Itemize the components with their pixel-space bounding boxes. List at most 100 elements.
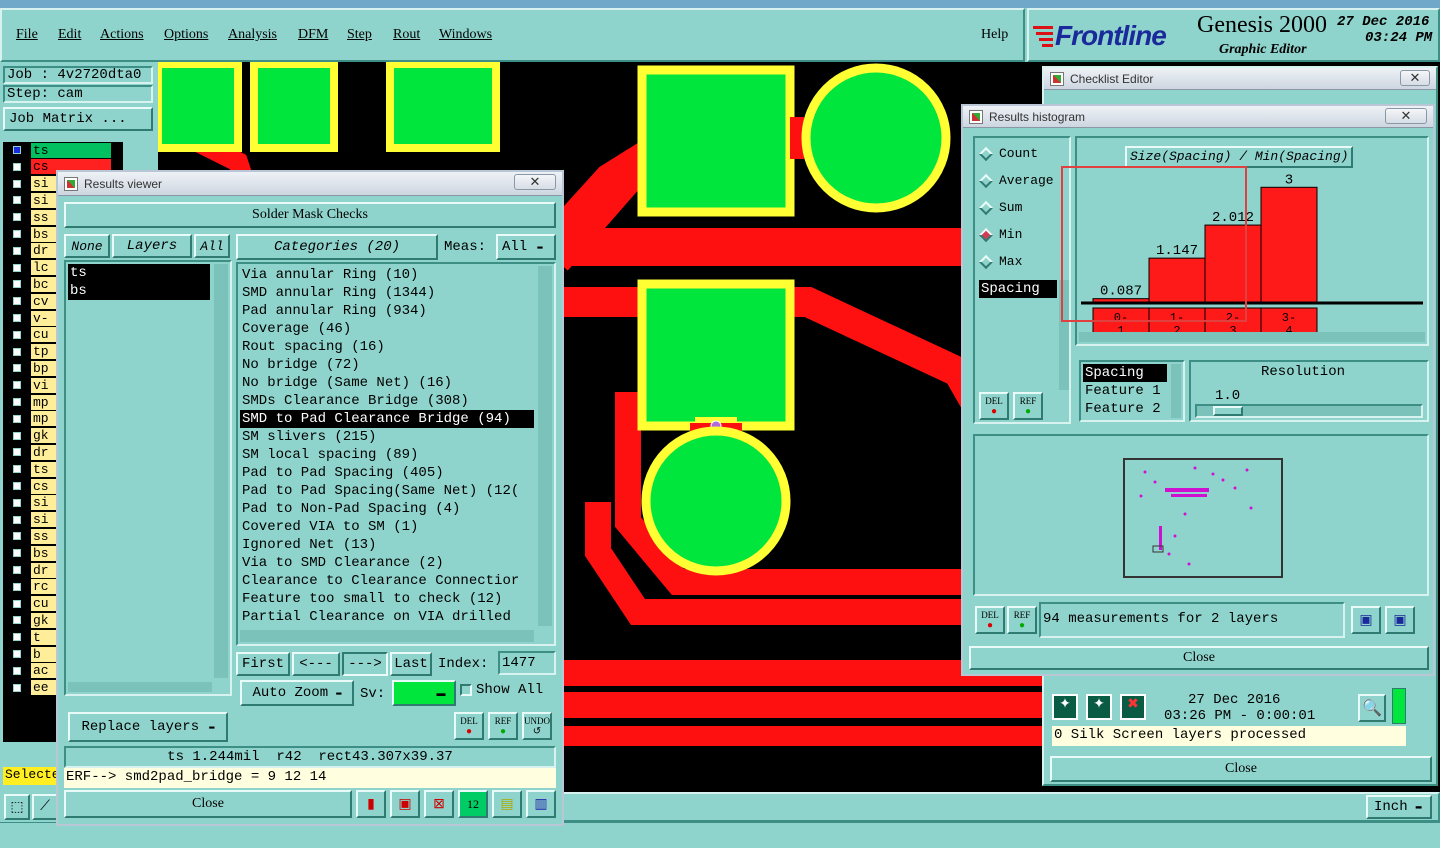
list-item[interactable]: SMDs Clearance Bridge (308) bbox=[240, 392, 534, 410]
first-button[interactable]: First bbox=[236, 652, 290, 676]
list-item[interactable]: Feature 1 bbox=[1083, 382, 1167, 400]
del-button[interactable]: DEL ● bbox=[975, 606, 1005, 634]
categories-button[interactable]: Categories (20) bbox=[236, 234, 438, 260]
histogram-bar[interactable] bbox=[1260, 186, 1318, 303]
layer-checkbox[interactable] bbox=[11, 177, 23, 190]
list-item[interactable]: Feature 2 bbox=[1083, 400, 1167, 418]
replace-layers-select[interactable]: Replace layers ▬ bbox=[68, 712, 228, 742]
layer-checkbox[interactable] bbox=[11, 631, 23, 644]
layer-checkbox[interactable] bbox=[11, 580, 23, 593]
layer-checkbox[interactable] bbox=[11, 312, 23, 324]
list-item[interactable]: SMD to Pad Clearance Bridge (94) bbox=[240, 410, 534, 428]
layer-checkbox[interactable] bbox=[11, 194, 23, 207]
list-item[interactable]: Ignored Net (13) bbox=[240, 536, 534, 554]
layer-checkbox[interactable] bbox=[11, 362, 23, 375]
list-item[interactable]: Pad to Pad Spacing(Same Net) (12( bbox=[240, 482, 534, 500]
list-item[interactable]: Via annular Ring (10) bbox=[240, 266, 534, 284]
categories-vscrollbar[interactable] bbox=[538, 266, 552, 626]
del-button[interactable]: DEL ● bbox=[979, 392, 1009, 420]
layer-checkbox[interactable] bbox=[11, 261, 23, 274]
list-item[interactable]: Spacing bbox=[1083, 364, 1167, 382]
list-item[interactable]: Covered VIA to SM (1) bbox=[240, 518, 534, 536]
notes-icon[interactable]: ▤ bbox=[492, 790, 522, 818]
menu-file[interactable]: File bbox=[16, 27, 38, 43]
layer-checkbox[interactable] bbox=[11, 211, 23, 224]
layer-checkbox[interactable] bbox=[11, 664, 23, 677]
results-close-button[interactable]: Close bbox=[64, 790, 352, 818]
layer-checkbox[interactable] bbox=[11, 530, 23, 543]
menu-options[interactable]: Options bbox=[164, 27, 208, 43]
prev-button[interactable]: <--- bbox=[292, 652, 340, 676]
layer-checkbox[interactable] bbox=[11, 496, 23, 509]
layer-checkbox[interactable] bbox=[11, 446, 23, 459]
stop-run-icon[interactable]: ✖ bbox=[1120, 694, 1146, 720]
list-item[interactable]: Feature too small to check (12) bbox=[240, 590, 534, 608]
list-item[interactable]: Clearance to Clearance Connectior bbox=[240, 572, 534, 590]
unit-select[interactable]: Inch ▬ bbox=[1366, 795, 1432, 819]
layers-hscrollbar[interactable] bbox=[68, 682, 212, 692]
checklist-close-button[interactable]: Close bbox=[1050, 756, 1432, 782]
list-item[interactable]: Via to SMD Clearance (2) bbox=[240, 554, 534, 572]
list-item[interactable]: Spacing bbox=[979, 280, 1057, 298]
del-button[interactable]: DEL ● bbox=[454, 712, 484, 740]
list-item[interactable]: Rout spacing (16) bbox=[240, 338, 534, 356]
menu-windows[interactable]: Windows bbox=[439, 27, 492, 43]
layer-checkbox[interactable] bbox=[11, 345, 23, 358]
list-item[interactable]: bs bbox=[68, 282, 210, 300]
option-sum[interactable]: Sum bbox=[978, 200, 1022, 215]
run-all-icon[interactable]: ✦ bbox=[1086, 694, 1112, 720]
layer-row[interactable]: ts bbox=[3, 142, 123, 158]
list-item[interactable]: Partial Clearance on VIA drilled bbox=[240, 608, 534, 626]
menu-edit[interactable]: Edit bbox=[58, 27, 81, 43]
measure-list[interactable]: Spacing bbox=[979, 280, 1057, 390]
layer-checkbox[interactable] bbox=[11, 160, 23, 173]
option-min[interactable]: Min bbox=[978, 227, 1022, 242]
list-item[interactable]: Pad to Pad Spacing (405) bbox=[240, 464, 534, 482]
next-button[interactable]: ---> bbox=[342, 652, 388, 676]
menu-step[interactable]: Step bbox=[347, 27, 372, 43]
chart-icon-1[interactable]: ▮ bbox=[356, 790, 386, 818]
chart-scrollbar[interactable] bbox=[1079, 332, 1425, 342]
undo-button[interactable]: UNDO ↺ bbox=[522, 712, 552, 740]
list-item[interactable]: Coverage (46) bbox=[240, 320, 534, 338]
auto-zoom-select[interactable]: Auto Zoom ▬ bbox=[240, 680, 354, 706]
sv-color-select[interactable]: ▬ bbox=[392, 680, 456, 706]
layer-checkbox[interactable] bbox=[11, 564, 23, 576]
fields-scrollbar[interactable] bbox=[1171, 364, 1181, 418]
tool-select-icon[interactable]: ⬚ bbox=[4, 794, 30, 820]
export-icon[interactable]: ▣ bbox=[1351, 606, 1381, 634]
list-item[interactable]: Pad annular Ring (934) bbox=[240, 302, 534, 320]
layer-checkbox[interactable] bbox=[11, 547, 23, 560]
layer-checkbox[interactable] bbox=[11, 480, 23, 492]
menu-actions[interactable]: Actions bbox=[100, 27, 144, 43]
bar-chart-icon[interactable]: ▥ bbox=[526, 790, 556, 818]
ref-button[interactable]: REF ● bbox=[1013, 392, 1043, 420]
menu-help[interactable]: Help bbox=[981, 27, 1008, 43]
index-input[interactable]: 1477 bbox=[498, 651, 556, 675]
menu-analysis[interactable]: Analysis bbox=[228, 27, 277, 43]
layer-checkbox[interactable] bbox=[11, 144, 23, 156]
layer-checkbox[interactable] bbox=[11, 513, 23, 526]
close-icon[interactable]: ✕ bbox=[514, 174, 556, 190]
layer-checkbox[interactable] bbox=[11, 328, 23, 341]
results-viewer-titlebar[interactable]: Results viewer ✕ bbox=[58, 172, 562, 196]
last-button[interactable]: Last bbox=[390, 652, 432, 676]
layer-checkbox[interactable] bbox=[11, 228, 23, 240]
layer-checkbox[interactable] bbox=[11, 295, 23, 308]
job-matrix-button[interactable]: Job Matrix ... bbox=[3, 107, 153, 131]
layer-checkbox[interactable] bbox=[11, 614, 23, 627]
category-items[interactable]: Via annular Ring (10) SMD annular Ring (1… bbox=[240, 266, 534, 626]
close-icon[interactable]: ✕ bbox=[1385, 108, 1427, 124]
meas-select[interactable]: All ▬ bbox=[496, 234, 556, 260]
list-item[interactable]: Pad to Non-Pad Spacing (4) bbox=[240, 500, 534, 518]
list-item[interactable]: ts bbox=[68, 264, 210, 282]
list-item[interactable]: SM local spacing (89) bbox=[240, 446, 534, 464]
layer-checkbox[interactable] bbox=[11, 648, 23, 660]
option-count[interactable]: Count bbox=[978, 146, 1038, 161]
monitor-icon[interactable]: ▣ bbox=[390, 790, 420, 818]
list-item[interactable]: SMD annular Ring (1344) bbox=[240, 284, 534, 302]
all-button[interactable]: All bbox=[194, 234, 230, 258]
close-icon[interactable]: ✕ bbox=[1400, 70, 1430, 86]
histogram-close-button[interactable]: Close bbox=[969, 646, 1429, 670]
none-button[interactable]: None bbox=[64, 234, 110, 258]
